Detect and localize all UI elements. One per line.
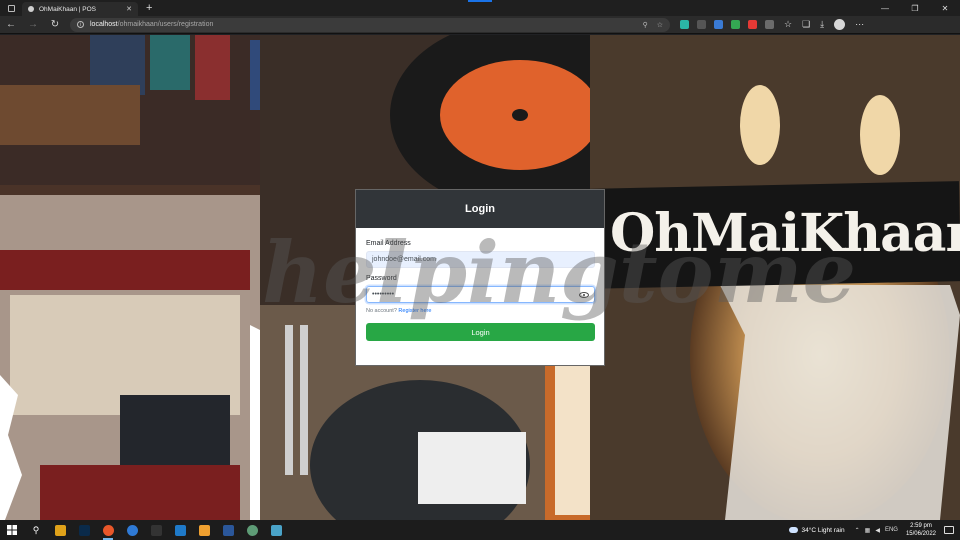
notepad-icon[interactable]: [264, 520, 288, 540]
url-host: localhost: [90, 21, 118, 28]
show-password-eye-icon[interactable]: [579, 291, 589, 298]
email-label: Email Address: [366, 240, 411, 247]
collections-icon[interactable]: ❏: [802, 19, 810, 30]
weather-text: 34°C Light rain: [801, 526, 845, 534]
maximize-button[interactable]: ❐: [900, 0, 930, 16]
terminal-icon[interactable]: [144, 520, 168, 540]
login-submit-button[interactable]: Login: [366, 323, 595, 341]
register-prompt: No account? Register here: [366, 308, 594, 314]
favorites-icon[interactable]: ☆: [784, 19, 792, 30]
app-icon[interactable]: [240, 520, 264, 540]
notification-icon[interactable]: [944, 526, 954, 534]
clock[interactable]: 2:59 pm 15/06/2022: [906, 522, 936, 538]
extension-icon[interactable]: [731, 20, 740, 29]
extension-icon[interactable]: [680, 20, 689, 29]
login-form: Email Address johndoe@email.com Password…: [356, 228, 604, 341]
page-viewport: OhMaiKhaan Login Email Address johndoe@e…: [0, 35, 960, 520]
site-info-icon[interactable]: i: [77, 21, 84, 28]
system-tray: 34°C Light rain ⌃ ▦ ◀ ENG 2:59 pm 15/06/…: [788, 520, 960, 540]
chevron-up-icon[interactable]: ⌃: [855, 527, 860, 534]
forward-button[interactable]: →: [22, 16, 44, 34]
network-icon[interactable]: ▦: [865, 527, 871, 534]
password-value: •••••••••: [372, 291, 395, 298]
downloads-icon[interactable]: ⤓: [820, 19, 824, 30]
top-accent-bar: [468, 0, 492, 2]
browser-tabstrip: OhMaiKhaan | POS ✕ + — ❐ ✕: [0, 0, 960, 16]
word-icon[interactable]: [216, 520, 240, 540]
address-bar[interactable]: i localhost /ohmaikhaan/users/registrati…: [70, 17, 670, 32]
tab-favicon-icon: [28, 6, 34, 12]
browser-tab-active[interactable]: OhMaiKhaan | POS ✕: [22, 2, 138, 16]
extension-icon[interactable]: [748, 20, 757, 29]
xampp-icon[interactable]: [192, 520, 216, 540]
volume-icon[interactable]: ◀: [875, 527, 880, 534]
edge-browser-icon[interactable]: [120, 520, 144, 540]
tab-close-icon[interactable]: ✕: [126, 5, 132, 13]
profile-avatar[interactable]: [834, 19, 846, 30]
firefox-icon[interactable]: [96, 520, 120, 540]
extension-icon[interactable]: [714, 20, 723, 29]
tray-icons: ⌃ ▦ ◀ ENG: [855, 527, 898, 534]
favorite-star-icon[interactable]: ☆: [657, 21, 663, 29]
back-button[interactable]: ←: [0, 16, 22, 34]
password-label: Password: [366, 275, 397, 282]
brand-logo-text: OhMaiKhaan: [610, 203, 960, 264]
clock-date: 15/06/2022: [905, 531, 936, 537]
close-window-button[interactable]: ✕: [930, 0, 960, 16]
clock-time: 2:59 pm: [910, 523, 932, 529]
extension-icon[interactable]: [765, 20, 774, 29]
search-icon[interactable]: ⚲: [24, 520, 48, 540]
password-field[interactable]: •••••••••: [366, 286, 595, 303]
tab-actions-button[interactable]: [0, 0, 22, 16]
start-windows-icon[interactable]: [0, 520, 24, 540]
minimize-button[interactable]: —: [870, 0, 900, 16]
rain-cloud-icon: [788, 527, 798, 533]
no-account-text: No account?: [366, 308, 397, 314]
new-tab-button[interactable]: +: [146, 0, 152, 16]
login-card: Login Email Address johndoe@email.com Pa…: [355, 189, 605, 366]
extensions-bar: [680, 20, 774, 29]
login-title: Login: [465, 203, 495, 215]
window-controls: — ❐ ✕: [870, 0, 960, 16]
menu-more-icon[interactable]: ⋯: [855, 19, 864, 30]
weather-widget[interactable]: 34°C Light rain: [788, 526, 845, 534]
language-indicator[interactable]: ENG: [885, 527, 898, 534]
windows-taskbar: ⚲ 34°C Light rain ⌃ ▦ ◀ ENG 2:59 pm 15/0…: [0, 520, 960, 540]
email-value: johndoe@email.com: [372, 256, 436, 263]
login-card-header: Login: [356, 190, 604, 228]
browser-toolbar: ← → ↻ i localhost /ohmaikhaan/users/regi…: [0, 16, 960, 34]
file-explorer-icon[interactable]: [48, 520, 72, 540]
refresh-button[interactable]: ↻: [44, 16, 66, 34]
photoshop-icon[interactable]: [72, 520, 96, 540]
url-path: /ohmaikhaan/users/registration: [117, 21, 214, 28]
email-field[interactable]: johndoe@email.com: [366, 251, 595, 268]
search-icon[interactable]: ⚲: [643, 21, 648, 29]
vscode-icon[interactable]: [168, 520, 192, 540]
tab-title: OhMaiKhaan | POS: [39, 5, 96, 13]
register-link[interactable]: Register here: [398, 308, 431, 314]
extension-icon[interactable]: [697, 20, 706, 29]
